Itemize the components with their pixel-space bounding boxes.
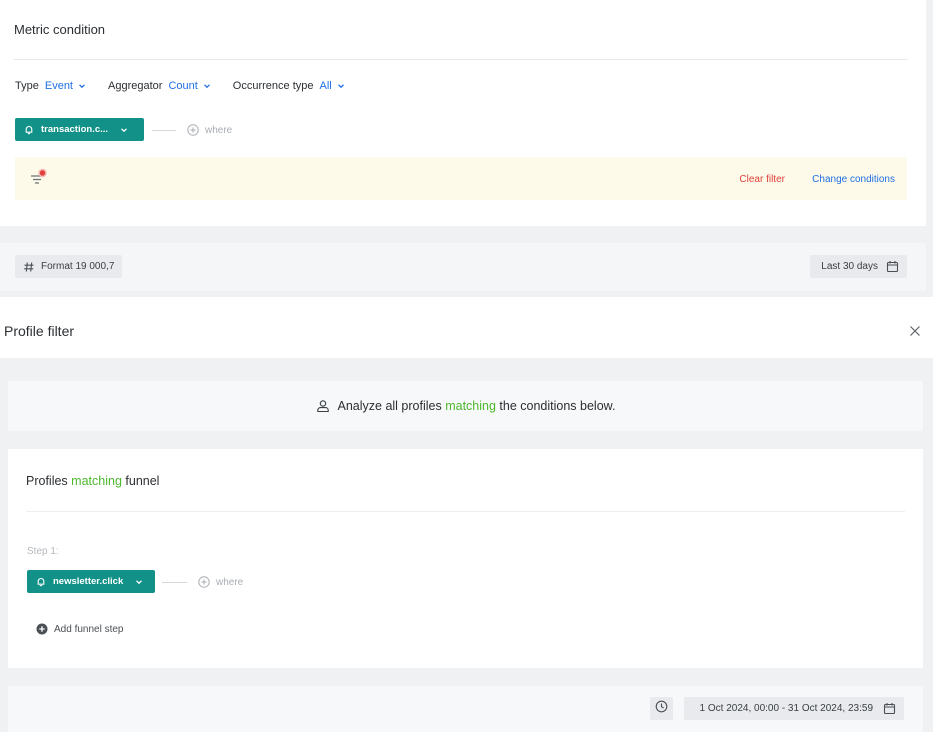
calendar-icon [883,702,896,715]
time-button[interactable] [650,697,673,720]
metric-condition-title: Metric condition [14,22,106,37]
analyze-prefix: Analyze all profiles [337,399,442,413]
filter-icon[interactable] [29,168,49,188]
aggregator-value[interactable]: Count [168,80,197,92]
step-event-button[interactable]: newsletter.click [27,570,155,593]
condition-selectors: Type Event Aggregator Count Occurrence t… [15,80,367,92]
add-funnel-step-label: Add funnel step [54,623,124,635]
event-name: transaction.c... [41,124,109,135]
add-where-button[interactable]: where [187,124,232,136]
chevron-down-icon [135,578,143,586]
where-label: where [216,576,244,588]
aggregator-label: Aggregator [108,80,163,92]
add-funnel-step-button[interactable]: Add funnel step [36,623,124,635]
profile-filter-header: Profile filter [0,297,933,358]
chevron-down-icon [337,82,345,90]
step-event-name: newsletter.click [53,576,124,587]
occurrence-type-label: Occurrence type [232,80,314,92]
bell-icon [24,125,34,135]
where-label: where [205,124,233,136]
occurrence-type-selector[interactable]: Occurrence type All [233,80,345,92]
funnel-card: Profiles matching funnel Step 1: newslet… [8,449,923,668]
plus-circle-icon [36,623,48,635]
type-selector[interactable]: Type Event [15,80,86,92]
format-label: Format 19 000,7 [41,261,115,272]
close-icon[interactable] [909,324,921,336]
type-label: Type [15,80,39,92]
clear-filter-button[interactable]: Clear filter [739,174,785,185]
analyze-banner: Analyze all profiles matching the condit… [8,381,923,431]
connector-line [162,582,187,583]
funnel-title-highlight: matching [71,474,122,488]
profile-filter-title: Profile filter [4,323,75,339]
bell-icon [36,577,46,587]
chevron-down-icon [203,82,211,90]
funnel-title-prefix: Profiles [26,474,68,488]
analyze-highlight: matching [445,399,496,413]
type-value[interactable]: Event [45,80,73,92]
analyze-suffix: the conditions below. [499,399,616,413]
plus-circle-icon [198,576,210,588]
funnel-title: Profiles matching funnel [26,474,159,488]
chevron-down-icon [120,126,128,134]
divider [14,59,908,60]
funnel-date-bar: 1 Oct 2024, 00:00 - 31 Oct 2024, 23:59 [8,686,923,732]
format-button[interactable]: Format 19 000,7 [15,255,123,278]
event-select-button[interactable]: transaction.c... [15,118,144,141]
person-icon [316,399,330,413]
calendar-icon [886,260,899,273]
divider [26,511,905,512]
hash-icon [23,261,35,273]
chevron-down-icon [78,82,86,90]
metric-condition-panel: Metric condition Type Event Aggregator C… [0,0,926,226]
add-where-button[interactable]: where [198,576,243,588]
filter-band: Clear filter Change conditions [15,157,907,200]
aggregator-selector[interactable]: Aggregator Count [108,80,211,92]
change-conditions-button[interactable]: Change conditions [812,174,895,185]
plus-circle-icon [187,124,199,136]
date-range-button[interactable]: Last 30 days [810,255,907,278]
clock-icon [655,700,668,718]
funnel-date-range-button[interactable]: 1 Oct 2024, 00:00 - 31 Oct 2024, 23:59 [683,697,904,720]
occurrence-type-value[interactable]: All [320,80,332,92]
funnel-title-suffix: funnel [125,474,160,488]
step-label: Step 1: [27,546,59,557]
funnel-date-range-label: 1 Oct 2024, 00:00 - 31 Oct 2024, 23:59 [699,703,873,714]
connector-line [152,130,176,131]
format-bar: Format 19 000,7 Last 30 days [0,243,926,291]
date-range-label: Last 30 days [821,261,878,272]
